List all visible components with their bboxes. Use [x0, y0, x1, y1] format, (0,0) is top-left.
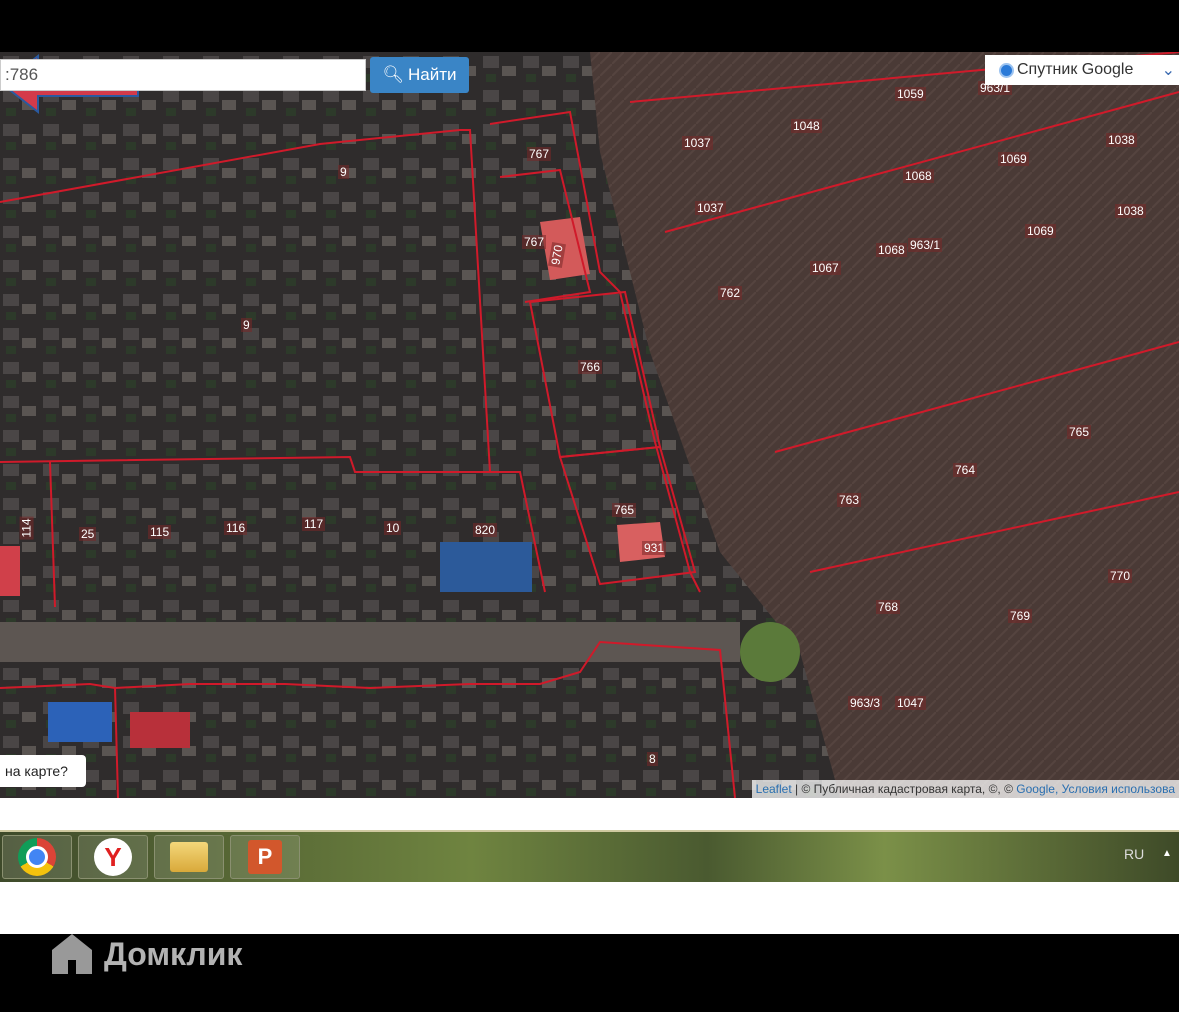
search-icon: 🔍︎	[382, 65, 405, 84]
map-prompt[interactable]: на карте?	[0, 755, 86, 787]
parcel-label: 764	[953, 463, 978, 477]
cadastral-map[interactable]: 9 9 767 767 970 766 765 931 820 10 117 1…	[0, 52, 1179, 798]
powerpoint-icon: P	[248, 840, 282, 874]
parcel-label: 769	[1008, 609, 1033, 623]
parcel-label: 1037	[695, 201, 726, 215]
parcel-label: 766	[578, 360, 603, 374]
parcel-label: 1038	[1106, 133, 1137, 147]
parcel-label: 765	[1067, 425, 1092, 439]
parcel-label: 25	[79, 527, 97, 541]
terms-link[interactable]: , Условия использова	[1055, 782, 1175, 796]
parcel-label: 9	[338, 165, 349, 179]
parcel-label: 963/3	[848, 696, 883, 710]
taskbar-chrome[interactable]	[2, 835, 72, 879]
parcel-label: 767	[522, 235, 547, 249]
parcel-label: 1069	[998, 152, 1029, 166]
domclick-watermark: Домклик	[48, 930, 242, 978]
parcel-label: 117	[302, 517, 326, 531]
layer-select-value: Спутник Google	[1017, 61, 1134, 78]
parcel-label: 1067	[810, 261, 841, 275]
parcel-label: 762	[718, 286, 743, 300]
google-link[interactable]: Google	[1016, 782, 1055, 796]
chrome-icon	[18, 838, 56, 876]
parcel-label: 770	[1108, 569, 1133, 583]
parcel-label: 1037	[682, 136, 713, 150]
taskbar-powerpoint[interactable]: P	[230, 835, 300, 879]
taskbar: Y P RU ▲	[0, 830, 1179, 882]
parcel-label: 10	[384, 521, 402, 535]
domclick-wordmark: Домклик	[104, 935, 243, 972]
parcel-label: 931	[642, 541, 667, 555]
yandex-browser-icon: Y	[94, 838, 132, 876]
parcel-label: 768	[876, 600, 901, 614]
chevron-down-icon: ⌄	[1161, 62, 1175, 79]
parcel-label: 1068	[903, 169, 934, 183]
parcel-label: 765	[612, 503, 637, 517]
parcel-label: 115	[148, 525, 172, 539]
parcel-label: 1069	[1025, 224, 1056, 238]
parcel-label: 1059	[895, 87, 926, 101]
map-attribution: Leaflet | © Публичная кадастровая карта,…	[751, 780, 1179, 798]
screen: 9 9 767 767 970 766 765 931 820 10 117 1…	[0, 52, 1179, 934]
attribution-text: | © Публичная кадастровая карта, ©, ©	[791, 782, 1017, 796]
parcel-label: 820	[473, 523, 498, 537]
parcel-label: 116	[224, 521, 248, 535]
parcel-label: 1048	[791, 119, 822, 133]
language-indicator[interactable]: RU	[1124, 846, 1144, 862]
parcel-label: 9	[241, 318, 252, 332]
search-button-label: Найти	[408, 65, 457, 84]
search-input[interactable]: :786	[0, 59, 366, 91]
leaflet-link[interactable]: Leaflet	[756, 782, 792, 796]
parcel-label: 963/1	[908, 238, 943, 252]
parcel-label: 1038	[1115, 204, 1146, 218]
layer-select[interactable]: Спутник Google ⌄	[985, 55, 1179, 85]
search-button[interactable]: 🔍︎ Найти	[370, 57, 469, 93]
taskbar-explorer[interactable]	[154, 835, 224, 879]
parcel-label: 1047	[895, 696, 926, 710]
parcel-label: 114	[19, 516, 34, 540]
tray-expand-icon[interactable]: ▲	[1162, 848, 1172, 859]
parcel-label: 1068	[876, 243, 907, 257]
folder-icon	[170, 842, 208, 872]
parcel-label: 767	[527, 147, 552, 161]
taskbar-yandex[interactable]: Y	[78, 835, 148, 879]
parcel-label: 8	[647, 752, 658, 766]
parcel-label: 763	[837, 493, 862, 507]
radio-icon	[999, 62, 1014, 78]
domclick-logo-icon	[52, 934, 92, 974]
